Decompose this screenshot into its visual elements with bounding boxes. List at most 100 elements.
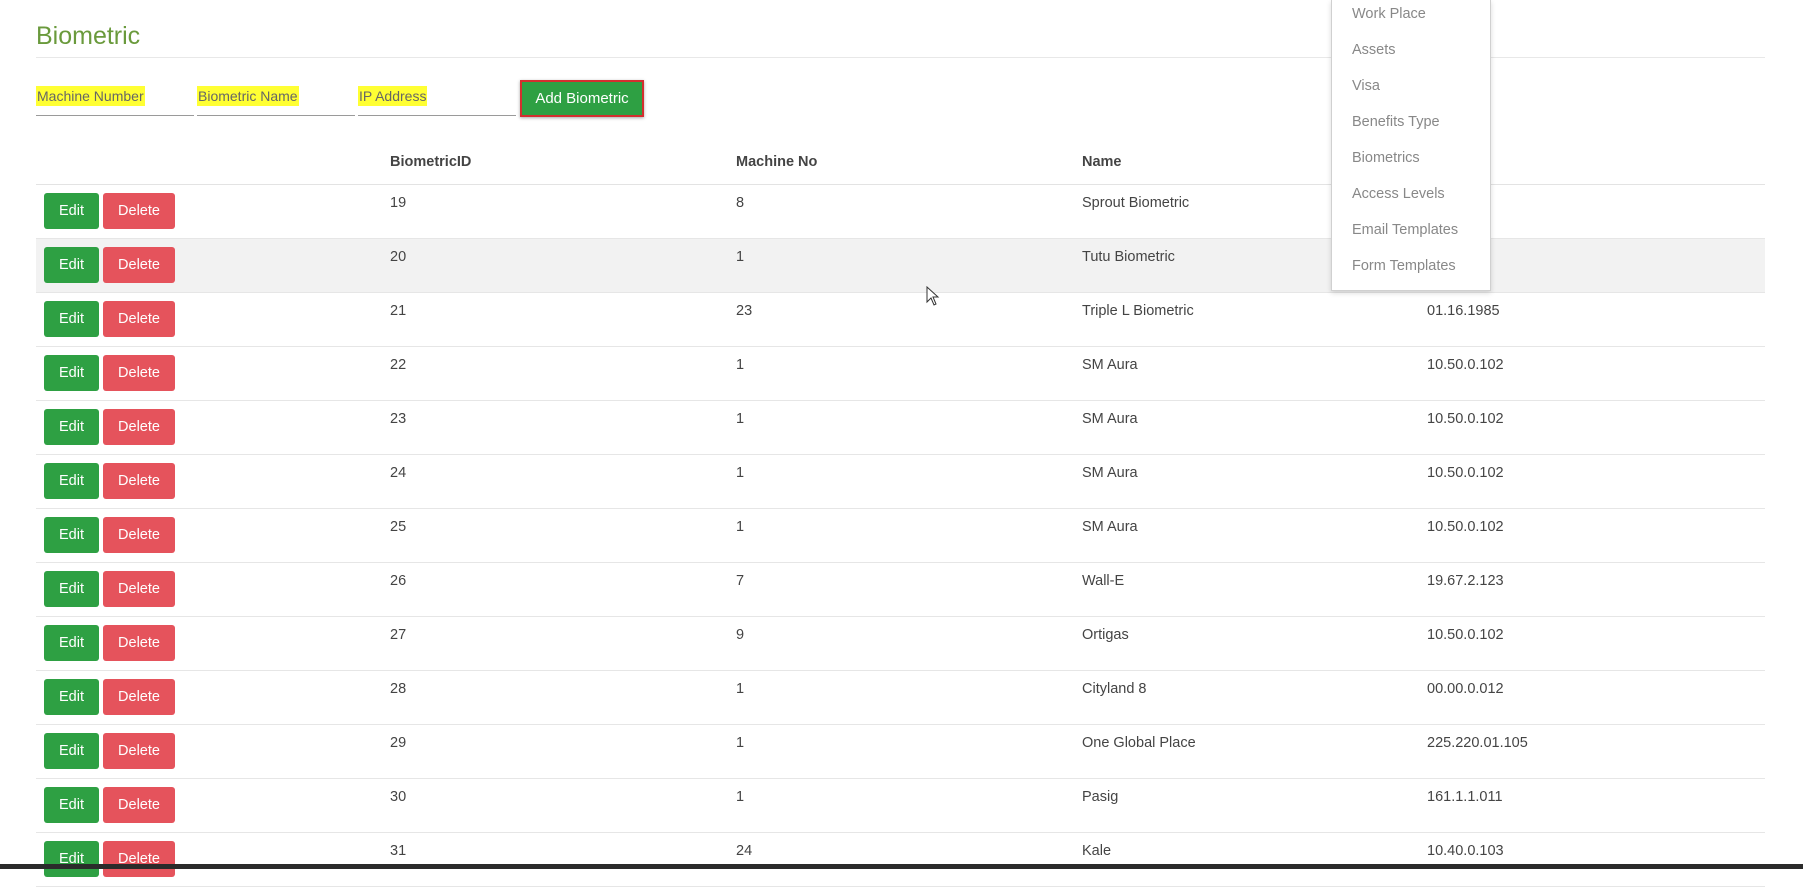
table-row: Edit Delete 23 1 SM Aura 10.50.0.102: [36, 401, 1765, 455]
add-biometric-button[interactable]: Add Biometric: [520, 80, 644, 117]
table-row: Edit Delete 21 23 Triple L Biometric 01.16.19…: [36, 293, 1765, 347]
ip-address-placeholder: IP Address: [358, 86, 428, 106]
cell-name: Ortigas: [1082, 627, 1129, 643]
cell-machine-no: 1: [736, 519, 745, 535]
ip-address-input[interactable]: IP Address: [358, 86, 516, 116]
cell-biometric-id: 31: [390, 843, 407, 859]
cell-name: Triple L Biometric: [1082, 303, 1194, 319]
table-body: EditDelete198Sprout Biometric23EditDelet…: [36, 185, 1765, 887]
cell-machine-no: 24: [736, 843, 753, 859]
biometric-table: BiometricID Machine No Name ss EditDelet…: [36, 146, 1765, 887]
menu-item-benefits-type[interactable]: Benefits Type: [1352, 114, 1440, 130]
cell-ip-address: 00.00.0.012: [1427, 681, 1504, 697]
cell-ip-address: 10.40.0.103: [1427, 843, 1504, 859]
title-divider: [36, 57, 1765, 58]
machine-number-placeholder: Machine Number: [36, 86, 145, 106]
table-row: Edit Delete 28 1 Cityland 8 00.00.0.012: [36, 671, 1765, 725]
cell-name: Sprout Biometric: [1082, 195, 1190, 211]
cell-machine-no: 23: [736, 303, 753, 319]
table-row: Edit Delete 30 1 Pasig 161.1.1.011: [36, 779, 1765, 833]
cell-name: Kale: [1082, 843, 1112, 859]
edit-button[interactable]: Edit: [44, 841, 99, 877]
delete-button[interactable]: Delete: [103, 355, 175, 391]
cell-biometric-id: 22: [390, 357, 407, 373]
delete-button[interactable]: Delete: [103, 625, 175, 661]
cell-machine-no: 1: [736, 411, 745, 427]
delete-button[interactable]: Delete: [103, 787, 175, 823]
edit-button[interactable]: Edit: [44, 625, 99, 661]
cell-machine-no: 1: [736, 735, 745, 751]
menu-item-access-levels[interactable]: Access Levels: [1352, 186, 1445, 202]
cell-ip-address: 10.50.0.102: [1427, 519, 1504, 535]
edit-button[interactable]: Edit: [44, 517, 99, 553]
settings-dropdown-menu: Work Place Assets Visa Benefits Type Biometr…: [1331, 0, 1491, 291]
cell-name: Pasig: [1082, 789, 1119, 805]
table-row: EditDelete201Tutu Biometric8: [36, 239, 1765, 293]
cell-biometric-id: 28: [390, 681, 407, 697]
cell-name: Wall-E: [1082, 573, 1125, 589]
menu-item-work-place[interactable]: Work Place: [1352, 6, 1426, 22]
edit-button[interactable]: Edit: [44, 247, 99, 283]
table-row: Edit Delete 31 24 Kale 10.40.0.103: [36, 833, 1765, 887]
biometric-name-input[interactable]: Biometric Name: [197, 86, 355, 116]
cell-biometric-id: 25: [390, 519, 407, 535]
cell-ip-address: 10.50.0.102: [1427, 465, 1504, 481]
cell-ip-address: 19.67.2.123: [1427, 573, 1504, 589]
edit-button[interactable]: Edit: [44, 571, 99, 607]
edit-button[interactable]: Edit: [44, 463, 99, 499]
cell-biometric-id: 19: [390, 195, 407, 211]
cell-machine-no: 1: [736, 357, 745, 373]
header-name: Name: [1082, 154, 1122, 170]
delete-button[interactable]: Delete: [103, 571, 175, 607]
cell-biometric-id: 24: [390, 465, 407, 481]
cell-biometric-id: 27: [390, 627, 407, 643]
page-title: Biometric: [36, 22, 141, 50]
delete-button[interactable]: Delete: [103, 733, 175, 769]
cell-name: SM Aura: [1082, 357, 1138, 373]
header-biometric-id: BiometricID: [390, 154, 472, 170]
delete-button[interactable]: Delete: [103, 409, 175, 445]
cell-machine-no: 1: [736, 249, 745, 265]
delete-button[interactable]: Delete: [103, 247, 175, 283]
edit-button[interactable]: Edit: [44, 193, 99, 229]
cell-name: SM Aura: [1082, 465, 1138, 481]
cell-machine-no: 1: [736, 789, 745, 805]
edit-button[interactable]: Edit: [44, 679, 99, 715]
delete-button[interactable]: Delete: [103, 841, 175, 877]
delete-button[interactable]: Delete: [103, 679, 175, 715]
table-row: EditDelete198Sprout Biometric23: [36, 185, 1765, 239]
table-row: Edit Delete 24 1 SM Aura 10.50.0.102: [36, 455, 1765, 509]
cell-name: SM Aura: [1082, 519, 1138, 535]
cell-biometric-id: 29: [390, 735, 407, 751]
cell-machine-no: 7: [736, 573, 745, 589]
edit-button[interactable]: Edit: [44, 787, 99, 823]
cell-machine-no: 1: [736, 681, 745, 697]
machine-number-input[interactable]: Machine Number: [36, 86, 194, 116]
delete-button[interactable]: Delete: [103, 301, 175, 337]
table-row: Edit Delete 29 1 One Global Place 225.220.01.…: [36, 725, 1765, 779]
delete-button[interactable]: Delete: [103, 517, 175, 553]
edit-button[interactable]: Edit: [44, 733, 99, 769]
cell-biometric-id: 26: [390, 573, 407, 589]
menu-item-assets[interactable]: Assets: [1352, 42, 1396, 58]
cell-biometric-id: 20: [390, 249, 407, 265]
edit-button[interactable]: Edit: [44, 355, 99, 391]
header-machine-no: Machine No: [736, 154, 818, 170]
menu-item-form-templates[interactable]: Form Templates: [1352, 258, 1456, 274]
delete-button[interactable]: Delete: [103, 193, 175, 229]
delete-button[interactable]: Delete: [103, 463, 175, 499]
edit-button[interactable]: Edit: [44, 301, 99, 337]
cell-biometric-id: 23: [390, 411, 407, 427]
menu-item-email-templates[interactable]: Email Templates: [1352, 222, 1458, 238]
menu-item-visa[interactable]: Visa: [1352, 78, 1380, 94]
cell-machine-no: 8: [736, 195, 745, 211]
cell-name: SM Aura: [1082, 411, 1138, 427]
cell-name: One Global Place: [1082, 735, 1196, 751]
mouse-cursor-icon: [926, 286, 940, 306]
cell-biometric-id: 21: [390, 303, 407, 319]
edit-button[interactable]: Edit: [44, 409, 99, 445]
cell-ip-address: 10.50.0.102: [1427, 627, 1504, 643]
menu-item-biometrics[interactable]: Biometrics: [1352, 150, 1420, 166]
cell-ip-address: 01.16.1985: [1427, 303, 1500, 319]
cell-ip-address: 10.50.0.102: [1427, 411, 1504, 427]
